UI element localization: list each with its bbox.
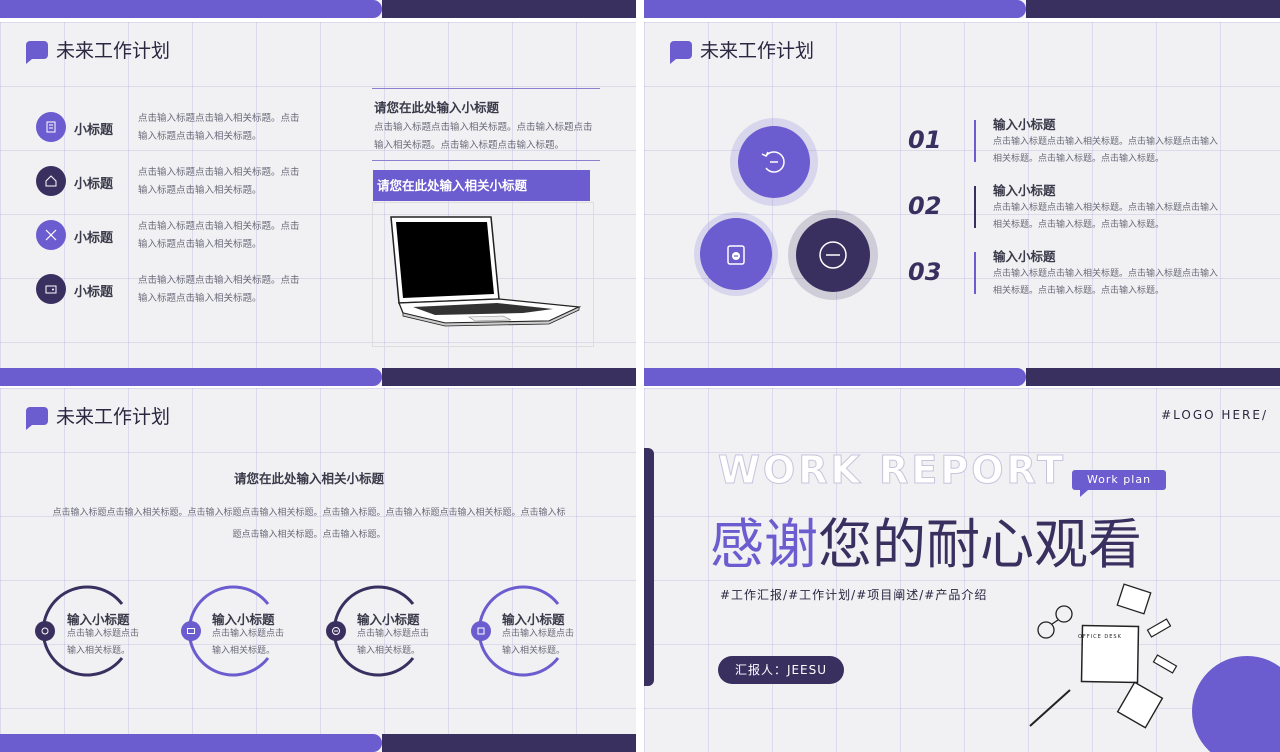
section-text: 点击输入标题点击输入相关标题。点击输入标题点击输入相关标题。点击输入标题。点击输… [52,508,566,540]
folder-icon [181,621,201,641]
badge-tail [1080,490,1088,497]
thank-you-heading: 感谢您的耐心观看 [710,513,1142,576]
refresh-icon [35,621,55,641]
work-report-title: WORK REPORT [717,448,1067,493]
right-text: 点击输入标题点击输入相关标题。点击输入标题点击 输入相关标题。点击输入标题点击输入… [374,122,593,151]
slide-title: 未来工作计划 [26,36,170,64]
banner-heading: 请您在此处输入相关小标题 [373,170,590,201]
reporter-pill: 汇报人：JEESU [718,656,844,684]
item-title: 小标题 [74,285,114,300]
minus-circle-icon [796,218,870,292]
laptop-image [390,216,582,327]
slide-work-plan-2: 未来工作计划 01 输入小标题 点击输入标题点击输入相关标题。点击输入标题点击输… [644,22,1280,386]
footer-bar-dark [382,0,636,18]
item-title: 输入小标题 [993,117,1056,132]
item-text: 点击输入标题点击输入相关标题。点击 输入标题点击输入相关标题。 [138,113,300,142]
item-text: 点击输入标题点击输入相关标题。点击输入标题点击输入 相关标题。点击输入标题。点击输… [993,203,1219,230]
item-title: 输入小标题 [993,183,1056,198]
calendar-icon [471,621,491,641]
item-text: 点击输入标题点击输入相关标题。点击输入标题点击输入 相关标题。点击输入标题。点击输… [993,269,1219,296]
footer-bar-accent [0,368,382,386]
slide-thank-you: #LOGO HERE/ WORK REPORT Work plan 感谢您的耐心… [644,388,1280,752]
footer-bar-accent [0,734,382,752]
footer-bar-accent [644,368,1026,386]
footer-bar-dark [382,734,636,752]
item-text: 点击输入标题点击输入相关标题。点击 输入标题点击输入相关标题。 [138,167,300,196]
speech-bubble-icon [26,406,48,430]
item-text: 点击输入标题点击 输入相关标题。 [212,629,285,656]
vertical-divider [974,186,976,228]
item-text: 点击输入标题点击 输入相关标题。 [502,629,575,656]
item-number: 03 [908,258,942,286]
footer-bar-accent [0,0,382,18]
logo-placeholder: #LOGO HERE/ [1161,408,1268,422]
refresh-clock-icon [738,126,810,198]
item-title: 小标题 [74,231,114,246]
item-text: 点击输入标题点击输入相关标题。点击输入标题点击输入 相关标题。点击输入标题。点击输… [993,137,1219,164]
item-text: 点击输入标题点击输入相关标题。点击 输入标题点击输入相关标题。 [138,275,300,304]
home-icon [36,166,66,196]
vertical-divider [974,252,976,294]
vertical-divider [974,120,976,162]
minus-circle-icon [326,621,346,641]
slide-work-plan-3: 未来工作计划 请您在此处输入相关小标题 点击输入标题点击输入相关标题。点击输入标… [0,388,636,752]
footer-bar-dark [1026,0,1280,18]
speech-bubble-icon [670,40,692,64]
slide-work-plan-1: 未来工作计划 小标题 点击输入标题点击输入相关标题。点击 输入标题点击输入相关标题… [0,22,636,386]
section-heading: 请您在此处输入相关小标题 [233,471,384,486]
slide-title: 未来工作计划 [670,36,814,64]
slide-title: 未来工作计划 [26,402,170,430]
item-title: 输入小标题 [993,249,1056,264]
footer-bar-dark [382,368,636,386]
footer-bar-dark [1026,368,1280,386]
document-icon [36,112,66,142]
circle-halo [730,118,818,206]
item-text: 点击输入标题点击 输入相关标题。 [357,629,430,656]
wallet-icon [36,274,66,304]
item-title: 小标题 [74,177,114,192]
tools-icon [36,220,66,250]
slide-top-right-partial [644,0,1280,18]
footer-bar-accent [644,0,1026,18]
work-plan-badge: Work plan [1072,470,1166,490]
image-frame [372,202,594,347]
side-accent-bar [644,448,654,686]
slide-top-left-partial [0,0,636,18]
office-desk-label: OFFICE DESK [1078,634,1122,640]
item-number: 01 [908,126,942,154]
item-number: 02 [908,192,942,220]
item-text: 点击输入标题点击输入相关标题。点击 输入标题点击输入相关标题。 [138,221,300,250]
right-heading: 请您在此处输入小标题 [374,100,500,115]
speech-bubble-icon [26,40,48,64]
divider [372,88,600,89]
tag-line: #工作汇报/#工作计划/#项目阐述/#产品介绍 [720,588,988,602]
divider [372,160,600,161]
calendar-icon [700,218,772,290]
item-title: 小标题 [74,123,114,138]
circle-halo [788,210,878,300]
item-text: 点击输入标题点击 输入相关标题。 [67,629,140,656]
circle-halo [694,212,778,296]
